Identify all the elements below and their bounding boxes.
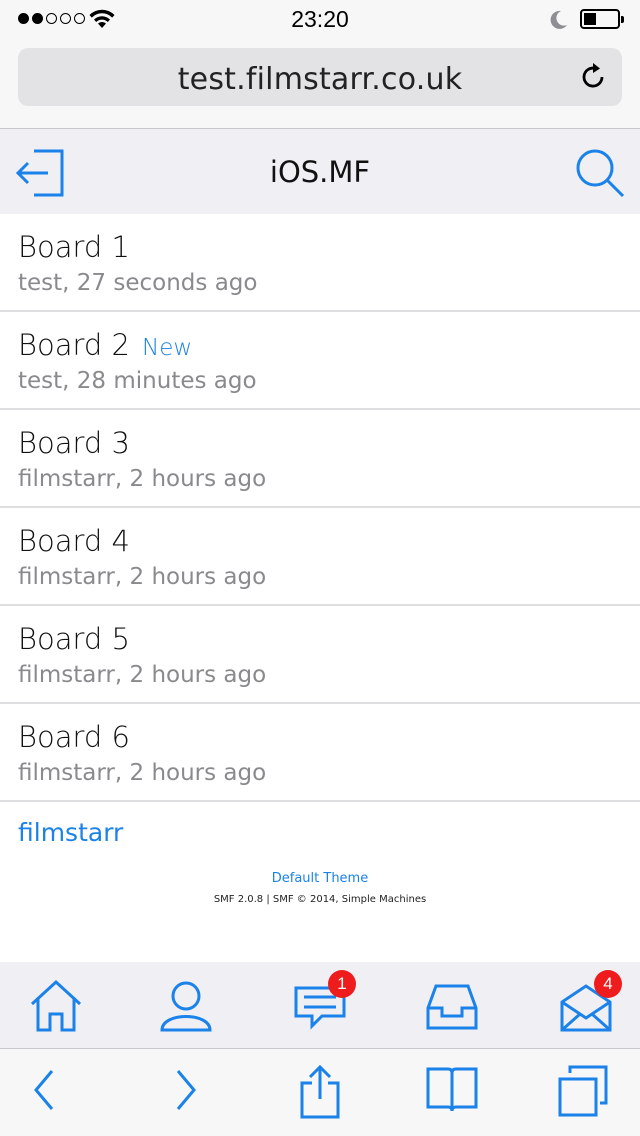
board-title: Board 5 xyxy=(18,622,130,656)
share-icon[interactable] xyxy=(298,1065,342,1121)
board-row[interactable]: Board 4 filmstarr, 2 hours ago xyxy=(0,508,640,606)
user-link[interactable]: filmstarr xyxy=(18,818,123,847)
inbox-icon xyxy=(426,984,478,1030)
board-title: Board 4 xyxy=(18,524,130,558)
board-last-post: filmstarr, 2 hours ago xyxy=(18,564,267,590)
tab-home[interactable] xyxy=(28,978,84,1034)
forum-tab-bar: 1 4 xyxy=(0,962,640,1048)
board-last-post: filmstarr, 2 hours ago xyxy=(18,466,267,492)
board-title: Board 3 xyxy=(18,426,130,460)
new-badge: New xyxy=(142,335,193,361)
bookmarks-icon[interactable] xyxy=(424,1065,480,1115)
tab-profile[interactable] xyxy=(158,978,214,1034)
board-last-post: test, 27 seconds ago xyxy=(18,270,258,296)
board-last-post: filmstarr, 2 hours ago xyxy=(18,760,267,786)
board-last-post: test, 28 minutes ago xyxy=(18,368,257,394)
browser-toolbar xyxy=(0,1048,640,1136)
board-title: Board 6 xyxy=(18,720,130,754)
board-list: Board 1 test, 27 seconds ago Board 2 New … xyxy=(0,214,640,802)
forward-icon[interactable] xyxy=(170,1065,200,1115)
back-icon[interactable] xyxy=(30,1065,60,1115)
url-text[interactable]: test.filmstarr.co.uk xyxy=(18,62,622,97)
board-row[interactable]: Board 3 filmstarr, 2 hours ago xyxy=(0,410,640,508)
page-title: iOS.MF xyxy=(269,155,371,189)
tabs-icon[interactable] xyxy=(556,1065,610,1119)
profile-icon xyxy=(160,981,212,1032)
browser-chrome: test.filmstarr.co.uk xyxy=(0,40,640,129)
forum-header: iOS.MF xyxy=(0,129,640,214)
board-row[interactable]: Board 6 filmstarr, 2 hours ago xyxy=(0,704,640,802)
search-icon[interactable] xyxy=(574,147,626,199)
copyright-text: SMF 2.0.8 | SMF © 2014, Simple Machines xyxy=(213,894,427,905)
moon-icon xyxy=(550,10,567,29)
reload-icon[interactable] xyxy=(578,62,608,92)
notification-badge: 1 xyxy=(328,970,356,998)
status-bar: 23:20 xyxy=(0,0,640,40)
board-title: Board 2 New xyxy=(18,328,193,362)
address-bar[interactable]: test.filmstarr.co.uk xyxy=(18,48,622,106)
board-row[interactable]: Board 5 filmstarr, 2 hours ago xyxy=(0,606,640,704)
board-title: Board 1 xyxy=(18,230,130,264)
notification-badge: 4 xyxy=(594,970,622,998)
theme-link[interactable]: Default Theme xyxy=(0,871,640,886)
board-last-post: filmstarr, 2 hours ago xyxy=(18,662,267,688)
tab-inbox[interactable] xyxy=(424,978,480,1034)
tab-messages[interactable]: 1 xyxy=(292,970,356,1034)
clock: 23:20 xyxy=(291,6,349,32)
home-icon xyxy=(30,979,82,1032)
board-row[interactable]: Board 2 New test, 28 minutes ago xyxy=(0,312,640,410)
battery-icon xyxy=(580,9,624,29)
board-row[interactable]: Board 1 test, 27 seconds ago xyxy=(0,214,640,312)
tab-mail[interactable]: 4 xyxy=(558,970,622,1034)
